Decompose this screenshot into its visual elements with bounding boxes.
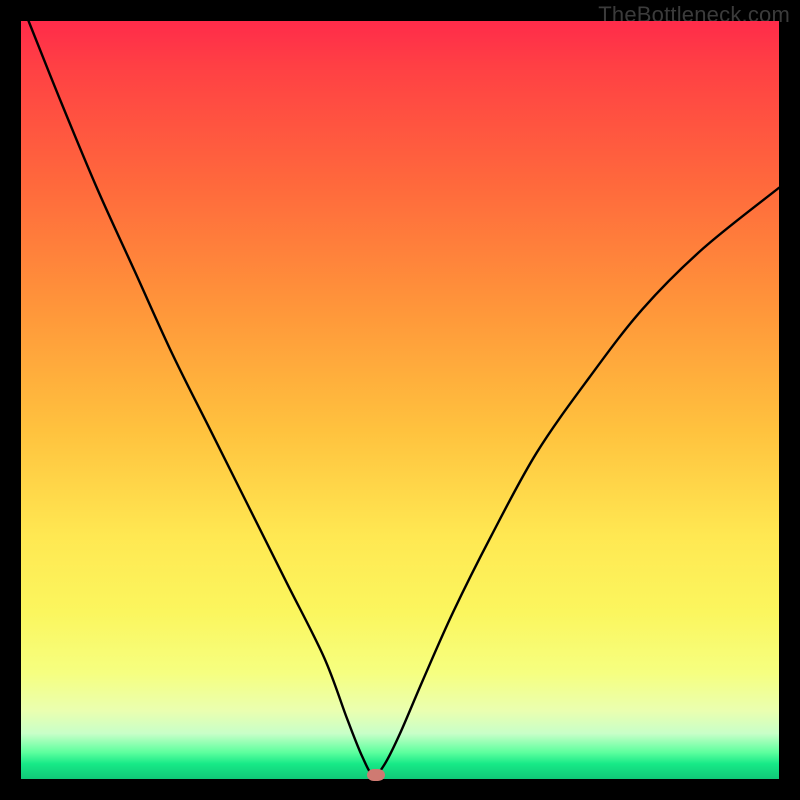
curve-svg xyxy=(21,21,779,779)
minimum-marker xyxy=(367,769,385,781)
plot-area xyxy=(21,21,779,779)
chart-frame: TheBottleneck.com xyxy=(0,0,800,800)
bottleneck-curve xyxy=(29,21,779,775)
